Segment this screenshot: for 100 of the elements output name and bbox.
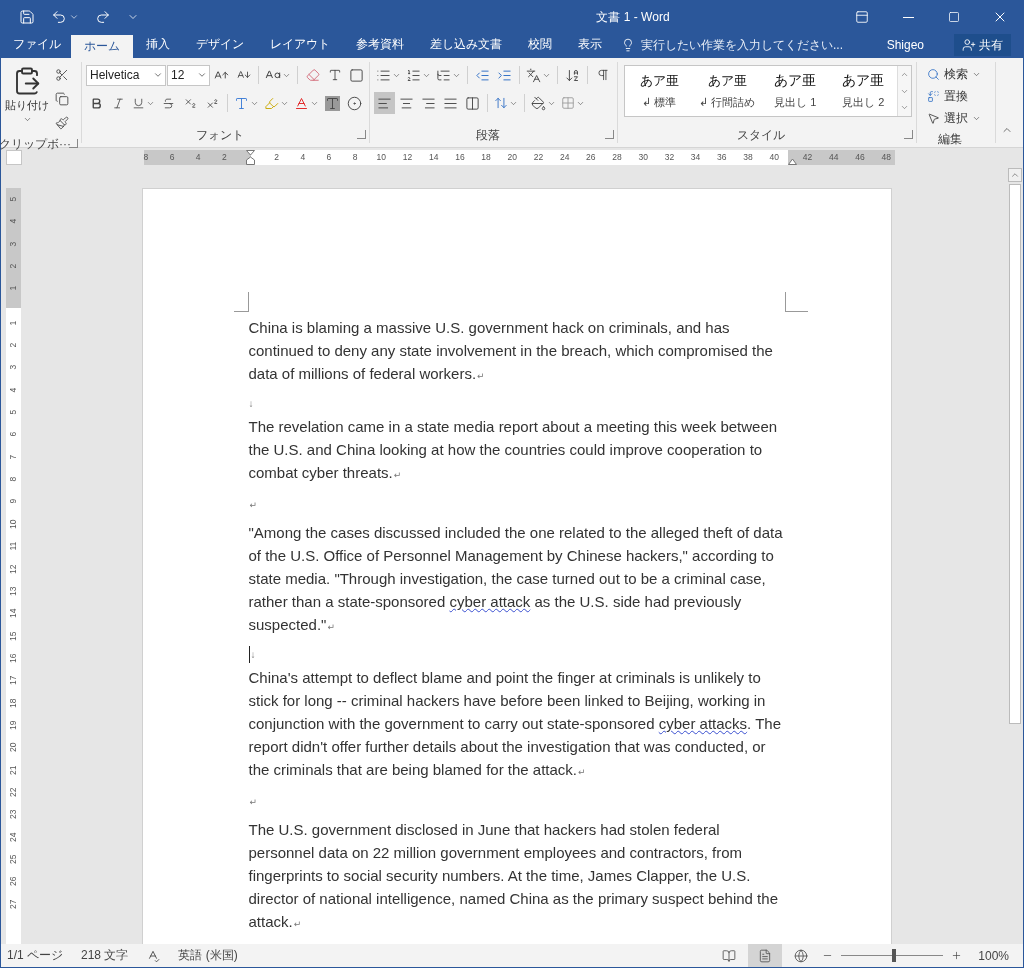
ruler-number: 26: [585, 150, 597, 164]
font-name-field[interactable]: Helvetica: [86, 64, 166, 86]
alignment-icon: [399, 95, 414, 111]
ruler-number: 14: [7, 607, 20, 621]
indent-marker[interactable]: [245, 149, 255, 165]
line-break-mark: ↓: [250, 648, 256, 662]
ruler-number: 18: [480, 150, 492, 164]
style-preview: あア亜: [707, 72, 747, 90]
ruler-number: 27: [7, 898, 20, 911]
style-name: ↲ 行間詰め: [699, 95, 756, 110]
tab-selector[interactable]: [6, 149, 22, 165]
alignment-icon: [465, 95, 480, 111]
ruler-number: 4: [194, 150, 202, 164]
paint-bucket-icon: [531, 95, 546, 111]
paragraph-text: "Among the cases discussed included the one related to the alleged theft of data of the U.S. Office of Personnel Management by Chinese hackers," according to state media. "Through investigation, the case turned out to be a criminal case, rather than a state-sponsored cyber attack as the U.S. side had previously suspected."↵: [248, 523, 784, 635]
ruler-number: 13: [7, 585, 20, 598]
ruler-number: 19: [7, 719, 20, 732]
indent-icon: [497, 67, 512, 83]
style-name: 見出し 1: [774, 95, 817, 110]
ruler-number: 16: [7, 652, 20, 665]
ruler-number: 34: [689, 150, 702, 164]
gallery-more-button[interactable]: [898, 99, 912, 116]
ruler-number: 7: [7, 453, 20, 462]
ribbon-tab[interactable]: デザイン: [183, 33, 257, 56]
undo-icon: [51, 9, 67, 25]
tell-me-field[interactable]: 実行したい作業を入力してください...: [639, 36, 854, 53]
font-size-field[interactable]: 12: [167, 64, 210, 86]
sort-icon: [565, 67, 580, 83]
ruler-number: 15: [7, 629, 20, 643]
replace-button[interactable]: 置換: [925, 86, 991, 107]
ruler-number: 4: [7, 218, 20, 226]
ribbon-tab[interactable]: 差し込み文書: [417, 33, 515, 56]
find-button[interactable]: 検索: [925, 64, 991, 85]
ruler-number: 12: [7, 562, 20, 576]
caret-icon: [153, 70, 163, 80]
zoom-level[interactable]: 100%: [978, 948, 1009, 963]
page-count[interactable]: 1/1 ページ: [7, 947, 63, 964]
style-preview: あア亜: [774, 72, 817, 90]
word-count[interactable]: 218 文字: [81, 947, 129, 964]
dialog-launcher[interactable]: [357, 130, 366, 139]
ruler-number: 26: [7, 875, 20, 889]
file-tab[interactable]: ファイル: [3, 33, 71, 56]
group-label: 編集: [938, 130, 963, 148]
ruler-number: 22: [532, 150, 545, 164]
ruler-number: 24: [7, 831, 20, 844]
style-item[interactable]: あア亜 見出し 2: [829, 66, 898, 116]
share-button[interactable]: 共有: [954, 34, 1011, 56]
eraser-icon: [305, 68, 320, 82]
ribbon-tab[interactable]: 参考資料: [343, 33, 417, 56]
ruler-number: 10: [375, 150, 388, 164]
style-item[interactable]: あア亜 見出し 1: [761, 66, 830, 116]
ruler-number: 30: [637, 150, 649, 164]
ribbon-tab[interactable]: レイアウト: [257, 33, 343, 56]
ruler-number: 5: [7, 408, 20, 417]
gallery-up-button[interactable]: [898, 66, 912, 83]
ruler-number: 1: [7, 285, 20, 293]
save-icon: [19, 9, 35, 25]
zoom-slider-thumb[interactable]: [892, 949, 897, 962]
scroll-up-button[interactable]: [1008, 168, 1022, 182]
ruler-number: 8: [142, 150, 150, 164]
ribbon-tab[interactable]: ホーム: [71, 35, 133, 58]
type-icon: [327, 68, 342, 82]
select-button[interactable]: 選択: [925, 108, 991, 129]
dialog-launcher[interactable]: [605, 130, 615, 139]
ruler-number: 6: [325, 150, 333, 164]
person-icon: [962, 38, 976, 52]
subscript-icon: [184, 96, 197, 110]
chevron-up-icon: [1010, 170, 1020, 180]
margin-corner-mark: [784, 292, 808, 312]
lightbulb-icon: [621, 37, 635, 52]
ruler-number: 48: [880, 150, 892, 164]
scrollbar-thumb[interactable]: [1009, 184, 1021, 724]
outdent-icon: [475, 67, 490, 83]
style-item[interactable]: あア亜 ↲ 標準: [625, 66, 694, 116]
paste-button[interactable]: 貼り付け: [5, 64, 49, 132]
proofing-icon: [146, 948, 161, 963]
style-item[interactable]: あア亜 ↲ 行間詰め: [693, 66, 762, 116]
ruler-number: 25: [7, 853, 20, 866]
circle-icon: [347, 95, 362, 111]
highlighter-icon: [264, 95, 279, 111]
ruler-number: 21: [7, 764, 20, 777]
ribbon-tab[interactable]: 挿入: [133, 33, 183, 56]
paintbrush-icon: [54, 116, 69, 130]
bold-icon: [90, 96, 103, 110]
ribbon-tab[interactable]: 校閲: [515, 33, 565, 56]
multilevel-list-icon: [436, 67, 451, 83]
ribbon-tab[interactable]: 表示: [565, 33, 615, 56]
ruler-number: 8: [351, 150, 359, 164]
ruler-number: 14: [428, 150, 440, 164]
style-name: ↲ 標準: [642, 95, 677, 110]
view-button[interactable]: [748, 944, 783, 967]
underline-icon: [132, 96, 145, 110]
dialog-launcher[interactable]: [904, 130, 914, 139]
ruler-number: 3: [7, 240, 20, 249]
caret-icon: [22, 115, 32, 124]
margin-corner-mark: [233, 292, 249, 312]
language-indicator[interactable]: 英語 (米国): [178, 947, 238, 964]
ruler-number: 42: [801, 150, 814, 164]
plus-icon: [951, 950, 963, 961]
pointer-icon: [927, 112, 941, 125]
